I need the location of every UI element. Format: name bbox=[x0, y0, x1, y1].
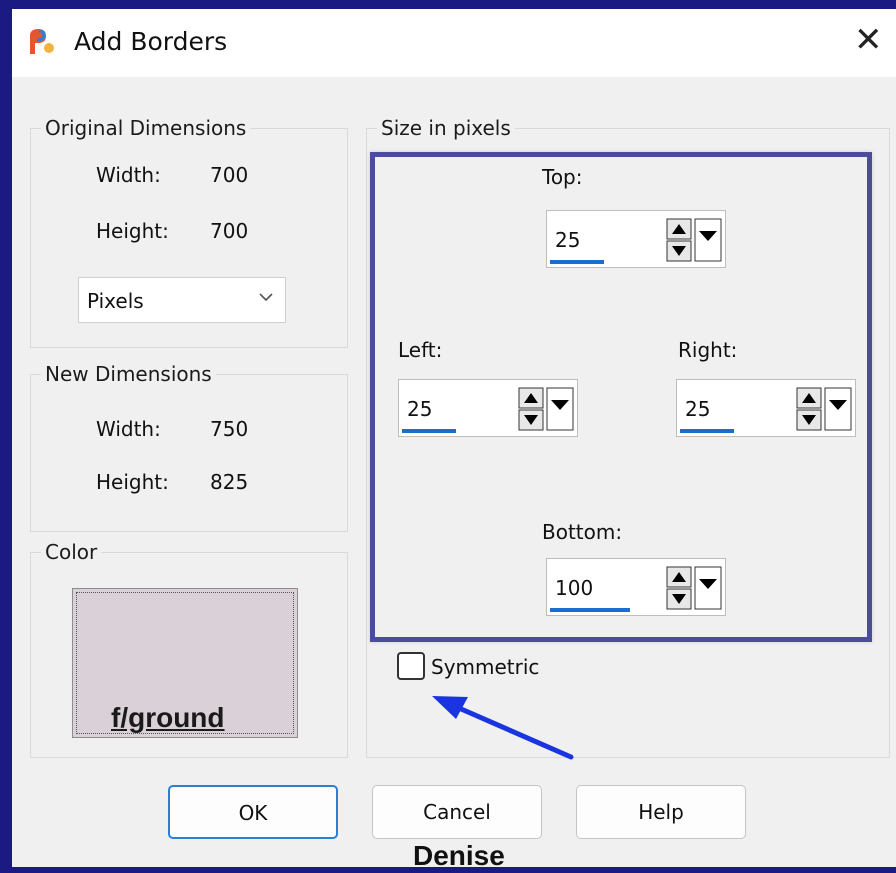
focus-underline bbox=[680, 429, 734, 433]
spin-controls[interactable] bbox=[665, 565, 725, 611]
new-dimensions-group: New Dimensions bbox=[30, 362, 348, 532]
dropdown-arrow-icon bbox=[546, 387, 574, 431]
spin-up-icon bbox=[666, 218, 692, 240]
original-dimensions-legend: Original Dimensions bbox=[45, 116, 247, 140]
top-spinbox-value: 25 bbox=[555, 228, 581, 252]
top-label: Top: bbox=[542, 165, 583, 189]
bottom-label: Bottom: bbox=[542, 520, 623, 544]
left-spinbox-value: 25 bbox=[407, 397, 433, 421]
dropdown-arrow-icon bbox=[694, 566, 722, 610]
swatch-caption: f/ground bbox=[111, 702, 225, 733]
right-spinbox[interactable]: 25 bbox=[676, 379, 856, 437]
new-height-value: 825 bbox=[210, 470, 249, 494]
spin-down-icon bbox=[518, 409, 544, 431]
new-height-label: Height: bbox=[96, 470, 169, 494]
new-width-value: 750 bbox=[210, 417, 249, 441]
chevron-down-icon bbox=[259, 293, 273, 302]
dropdown-arrow-icon bbox=[694, 218, 722, 262]
top-spinbox[interactable]: 25 bbox=[546, 210, 726, 268]
original-height-value: 700 bbox=[210, 219, 249, 243]
window-title: Add Borders bbox=[74, 27, 228, 56]
bottom-spinbox-value: 100 bbox=[555, 576, 594, 600]
spin-controls[interactable] bbox=[665, 217, 725, 263]
symmetric-label[interactable]: Symmetric bbox=[431, 655, 539, 679]
units-dropdown[interactable]: Pixels bbox=[78, 277, 286, 323]
color-legend: Color bbox=[45, 540, 98, 564]
new-dimensions-legend: New Dimensions bbox=[45, 362, 212, 386]
new-width-label: Width: bbox=[96, 417, 161, 441]
original-height-label: Height: bbox=[96, 219, 169, 243]
watermark: Denise bbox=[413, 840, 505, 871]
spin-down-icon bbox=[666, 240, 692, 262]
bottom-spinbox[interactable]: 100 bbox=[546, 558, 726, 616]
original-width-value: 700 bbox=[210, 163, 249, 187]
focus-underline bbox=[550, 260, 604, 264]
right-label: Right: bbox=[678, 338, 738, 362]
left-spinbox[interactable]: 25 bbox=[398, 379, 578, 437]
frame-border-top bbox=[0, 0, 896, 9]
frame-border-left bbox=[0, 0, 12, 873]
focus-underline bbox=[402, 429, 456, 433]
spin-controls[interactable] bbox=[795, 386, 855, 432]
spin-up-icon bbox=[796, 387, 822, 409]
spin-controls[interactable] bbox=[517, 386, 577, 432]
right-spinbox-value: 25 bbox=[685, 397, 711, 421]
focus-underline bbox=[550, 608, 630, 612]
cancel-button[interactable]: Cancel bbox=[372, 785, 542, 839]
spin-down-icon bbox=[796, 409, 822, 431]
symmetric-checkbox[interactable] bbox=[397, 652, 425, 680]
units-dropdown-value: Pixels bbox=[87, 289, 144, 313]
app-icon bbox=[30, 29, 54, 54]
ok-button[interactable]: OK bbox=[168, 785, 338, 839]
size-in-pixels-legend: Size in pixels bbox=[381, 116, 511, 140]
close-icon[interactable]: ✕ bbox=[854, 20, 883, 60]
dropdown-arrow-icon bbox=[824, 387, 852, 431]
original-width-label: Width: bbox=[96, 163, 161, 187]
spin-up-icon bbox=[666, 566, 692, 588]
spin-down-icon bbox=[666, 588, 692, 610]
help-button[interactable]: Help bbox=[576, 785, 746, 839]
left-label: Left: bbox=[398, 338, 443, 362]
spin-up-icon bbox=[518, 387, 544, 409]
